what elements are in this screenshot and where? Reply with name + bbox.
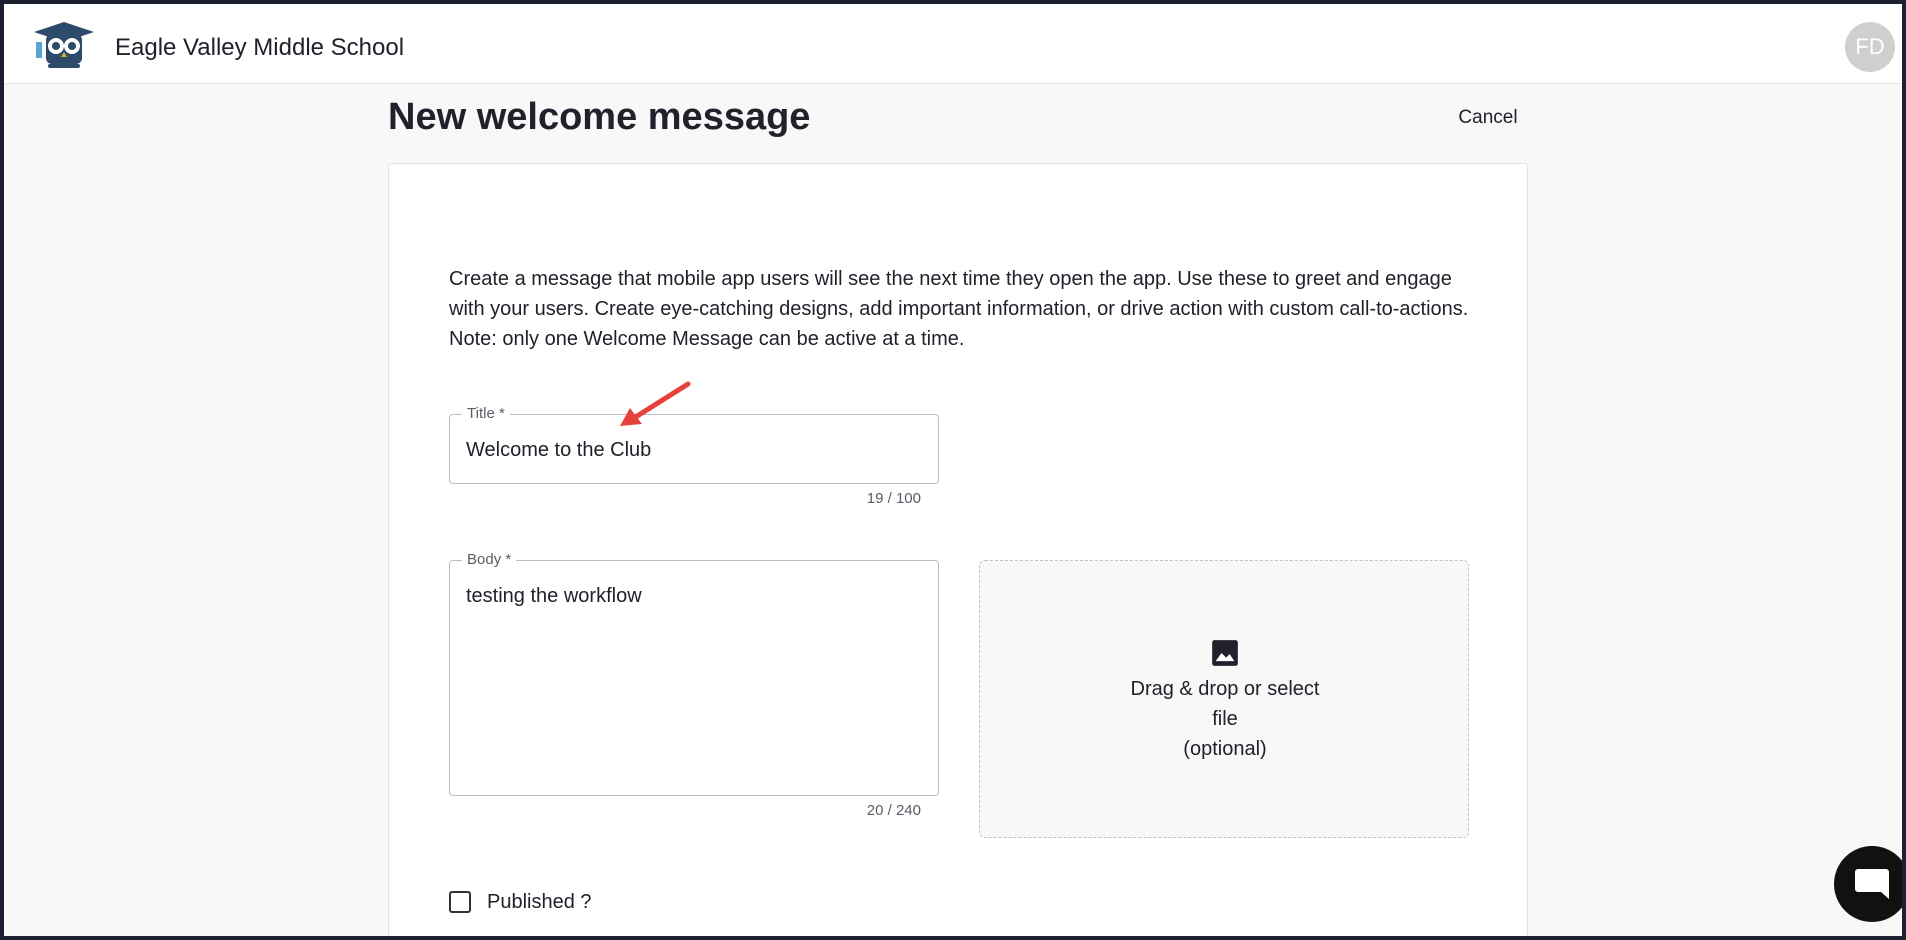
chat-bubble-icon [1855, 869, 1889, 899]
published-checkbox[interactable] [449, 891, 471, 913]
chat-button[interactable] [1834, 846, 1902, 922]
body-textarea[interactable]: testing the workflow [466, 583, 642, 609]
cancel-button[interactable]: Cancel [1440, 100, 1536, 136]
body-field[interactable]: Body * testing the workflow [449, 551, 939, 796]
title-char-counter: 19 / 100 [866, 490, 921, 507]
dropzone-line-2: file [1212, 708, 1238, 730]
body-field-label: Body * [462, 551, 517, 569]
dropzone-line-3: (optional) [1183, 738, 1267, 760]
image-dropzone[interactable]: Drag & drop or select file (optional) [979, 560, 1469, 838]
body-char-counter: 20 / 240 [866, 802, 921, 819]
title-input[interactable]: Welcome to the Club [466, 437, 651, 463]
app-header: Eagle Valley Middle School FD [4, 4, 1902, 84]
owl-graduate-logo-icon[interactable] [32, 20, 96, 70]
form-card: Create a message that mobile app users w… [388, 163, 1528, 936]
app-window: Eagle Valley Middle School FD New welcom… [0, 0, 1906, 940]
school-name: Eagle Valley Middle School [115, 34, 405, 61]
title-field[interactable]: Title * Welcome to the Club [449, 405, 939, 484]
page-title: New welcome message [388, 96, 811, 138]
image-icon [1211, 639, 1239, 667]
title-field-label: Title * [462, 405, 510, 423]
user-avatar[interactable]: FD [1845, 22, 1895, 72]
page-description: Create a message that mobile app users w… [449, 268, 1469, 350]
published-label: Published ? [487, 891, 592, 913]
dropzone-instructions: Drag & drop or select file (optional) [1110, 674, 1340, 764]
dropzone-line-1: Drag & drop or select [1130, 678, 1320, 700]
